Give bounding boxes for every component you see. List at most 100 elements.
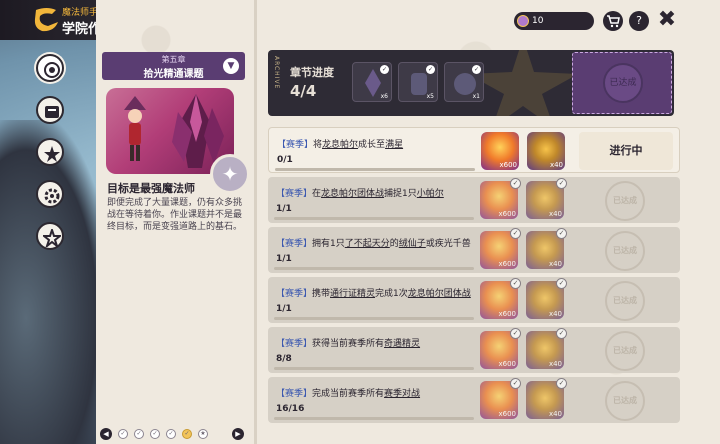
task-text: 【赛季】携带通行证精灵完成1次龙息帕尔团体战 (276, 286, 471, 299)
pager-dot[interactable]: ✓ (134, 429, 144, 439)
chapter-pager: ◀ ✓ ✓ ✓ ✓ ✓ ★ ▶ (100, 428, 250, 442)
reward-qty: x6 (380, 93, 388, 100)
task-text-part: 成长至 (358, 140, 386, 150)
task-tag: 【赛季】 (276, 389, 313, 399)
task-status: 已达成 (578, 231, 672, 271)
help-button[interactable]: ? (629, 11, 649, 31)
reward-qty: x600 (498, 360, 516, 368)
pager-dot[interactable]: ✓ (118, 429, 128, 439)
task-count: 8/8 (276, 354, 292, 364)
chapter-selector[interactable]: 第五章 拾光精通课题 ▼ (102, 52, 245, 80)
check-icon: ✓ (556, 278, 567, 289)
nav-star[interactable] (36, 138, 64, 166)
shop-button[interactable] (603, 11, 623, 31)
task-reward-orb[interactable]: x40 ✓ (526, 328, 567, 369)
task-reward-orb[interactable]: x40 ✓ (526, 278, 567, 319)
task-tag: 【赛季】 (276, 239, 313, 249)
task-reward-orb[interactable]: x40 (527, 132, 565, 170)
reward-qty: x40 (548, 260, 562, 268)
side-nav (36, 54, 66, 264)
task-status: 已达成 (578, 281, 672, 321)
reward-qty: x600 (498, 260, 516, 268)
check-icon: ✓ (556, 178, 567, 189)
task-count: 1/1 (276, 204, 292, 214)
pager-dot[interactable]: ✓ (150, 429, 160, 439)
check-icon: ✓ (510, 378, 521, 389)
reward-qty: x40 (548, 310, 562, 318)
witch-character-icon (124, 96, 146, 161)
progress-reward[interactable]: ✓ x6 (352, 62, 392, 102)
progress-reward[interactable]: ✓ x1 (444, 62, 484, 102)
pager-dot[interactable]: ★ (198, 429, 208, 439)
archive-vertical-text: ARCHIVE (273, 56, 280, 90)
task-text: 【赛季】在龙息帕尔团体战捕捉1只小帕尔 (276, 186, 444, 199)
task-text-part: 完成1次 (375, 289, 408, 299)
pager-dot-current[interactable]: ✓ (182, 429, 192, 439)
task-row[interactable]: 【赛季】获得当前赛季所有奇遇精灵 8/8 x600 ✓ x40 ✓ 已达成 (268, 327, 680, 373)
chevron-down-icon[interactable]: ▼ (223, 58, 239, 74)
reward-qty: x1 (472, 93, 480, 100)
nav-book[interactable] (36, 96, 64, 124)
task-text: 【赛季】获得当前赛季所有奇遇精灵 (276, 336, 420, 349)
task-reward-fire[interactable]: x600 ✓ (480, 328, 521, 369)
task-reward-orb[interactable]: x40 ✓ (526, 178, 567, 219)
goal-description: 即便完成了大量课题，仍有众多挑战在等待着你。作业课题并不是最终目标，而是变强道路… (107, 198, 243, 232)
next-arrow-icon[interactable]: ▶ (232, 428, 244, 440)
task-tag: 【赛季】 (277, 140, 314, 150)
currency-counter[interactable]: 10 (514, 12, 594, 30)
reward-qty: x5 (426, 93, 434, 100)
nav-badge[interactable] (36, 222, 64, 250)
progress-reward[interactable]: ✓ x5 (398, 62, 438, 102)
question-icon: ? (636, 14, 642, 27)
prev-arrow-icon[interactable]: ◀ (100, 428, 112, 440)
task-reward-fire[interactable]: x600 ✓ (480, 378, 521, 419)
task-highlight: 龙息帕尔团体战 (321, 189, 385, 199)
task-highlight: 了不起天分 (344, 239, 390, 249)
check-icon: ✓ (556, 228, 567, 239)
pager-dot[interactable]: ✓ (166, 429, 176, 439)
target-icon (44, 62, 60, 78)
check-icon: ✓ (426, 65, 435, 74)
achieved-stamp: 已达成 (605, 331, 645, 371)
check-icon: ✓ (556, 378, 567, 389)
task-highlight: 赛季对战 (384, 389, 421, 399)
task-status: 已达成 (578, 331, 672, 371)
achieved-stamp: 已达成 (603, 63, 643, 103)
task-text: 【赛季】将龙息帕尔成长至满星 (277, 137, 403, 150)
task-progress-bar (274, 267, 474, 270)
nav-gear[interactable] (36, 180, 64, 208)
achieved-stamp: 已达成 (605, 281, 645, 321)
task-text-part: 捕捉1只 (384, 189, 417, 199)
task-status: 已达成 (578, 381, 672, 421)
star-icon (44, 146, 60, 162)
close-button[interactable]: ✖ (656, 9, 678, 31)
task-reward-fire[interactable]: x600 ✓ (480, 228, 521, 269)
task-text-part: 将 (313, 140, 323, 150)
task-count: 1/1 (276, 254, 292, 264)
task-text: 【赛季】完成当前赛季所有赛季对战 (276, 386, 420, 399)
check-icon: ✓ (472, 65, 481, 74)
task-reward-orb[interactable]: x40 ✓ (526, 378, 567, 419)
task-reward-fire[interactable]: x600 ✓ (480, 278, 521, 319)
gear-icon (44, 188, 60, 204)
nav-target[interactable] (36, 54, 64, 82)
task-reward-fire[interactable]: x600 ✓ (480, 178, 521, 219)
task-row[interactable]: 【赛季】完成当前赛季所有赛季对战 16/16 x600 ✓ x40 ✓ 已达成 (268, 377, 680, 423)
task-text-part: 拥有1只 (312, 239, 345, 249)
task-reward-fire[interactable]: x600 (481, 132, 519, 170)
reward-qty: x600 (498, 210, 516, 218)
task-text-part: 在 (312, 189, 322, 199)
task-progress-bar (274, 367, 474, 370)
task-reward-orb[interactable]: x40 ✓ (526, 228, 567, 269)
task-row[interactable]: 【赛季】在龙息帕尔团体战捕捉1只小帕尔 1/1 x600 ✓ x40 ✓ 已达成 (268, 177, 680, 223)
reward-qty: x600 (498, 310, 516, 318)
logo-icon (32, 4, 62, 34)
task-progress-bar (274, 417, 474, 420)
task-row[interactable]: 【赛季】将龙息帕尔成长至满星 0/1 x600 x40 进行中 (268, 127, 680, 173)
progress-label: 章节进度 (290, 66, 334, 79)
task-status-button[interactable]: 进行中 (579, 132, 673, 170)
task-row[interactable]: 【赛季】携带通行证精灵完成1次龙息帕尔团体战 1/1 x600 ✓ x40 ✓ 已达成 (268, 277, 680, 323)
task-row[interactable]: 【赛季】拥有1只了不起天分的绒仙子或疾光千兽 1/1 x600 ✓ x40 ✓ 已达成 (268, 227, 680, 273)
close-icon: ✖ (657, 7, 677, 32)
task-progress-bar (274, 317, 474, 320)
